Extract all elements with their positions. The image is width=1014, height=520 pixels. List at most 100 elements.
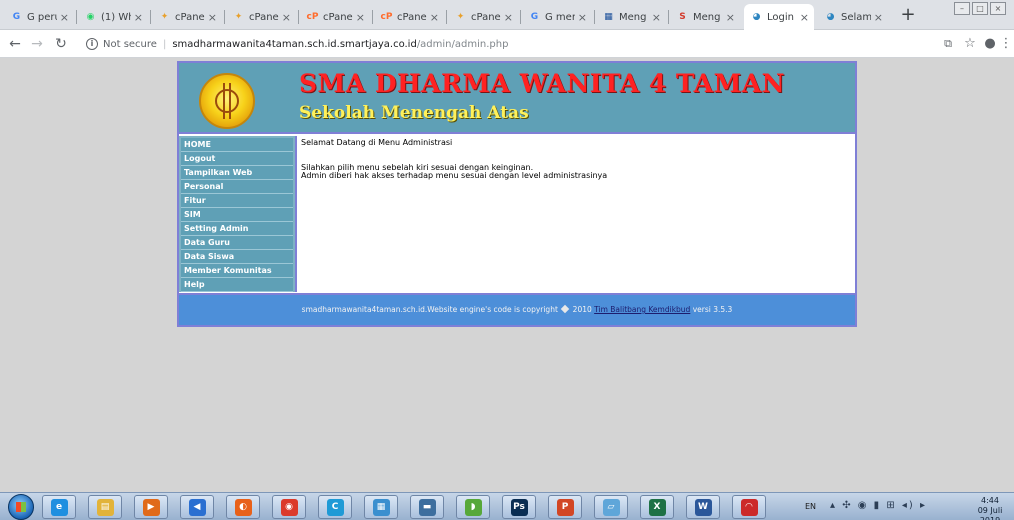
clock[interactable]: 4:44 09 Juli 2019 xyxy=(968,496,1012,520)
close-icon[interactable]: × xyxy=(990,2,1006,15)
tab-label: cPane xyxy=(249,11,279,23)
tab-close-icon[interactable]: × xyxy=(578,11,587,24)
tab-close-icon[interactable]: × xyxy=(726,11,735,24)
star-icon[interactable]: ☆ xyxy=(962,36,978,52)
powerpoint-taskbar-button[interactable]: P xyxy=(548,495,582,519)
footer-version: versi 3.5.3 xyxy=(692,305,733,314)
info-icon[interactable]: i xyxy=(86,38,98,50)
refresh-app-icon: C xyxy=(326,498,344,516)
menu-item-logout[interactable]: Logout xyxy=(181,152,293,166)
tab-close-icon[interactable]: × xyxy=(356,11,365,24)
translate-icon[interactable]: ⧉ xyxy=(940,36,956,52)
browser-tab[interactable]: ✦ cPane × xyxy=(448,4,518,30)
menu-item-member-komunitas[interactable]: Member Komunitas xyxy=(181,264,293,278)
tab-close-icon[interactable]: × xyxy=(800,11,809,24)
browser-tab[interactable]: ◕ Login × xyxy=(744,4,814,30)
tab-label: cPane xyxy=(175,11,205,23)
footer-link[interactable]: Tim Balitbang Kemdikbud xyxy=(594,305,690,314)
cpanel-icon: ✦ xyxy=(456,12,465,22)
remote-taskbar-button[interactable]: ▦ xyxy=(364,495,398,519)
explorer-icon: ▤ xyxy=(96,498,114,516)
more-menu-icon[interactable]: ⋮ xyxy=(998,36,1014,52)
new-tab-button[interactable]: + xyxy=(898,6,918,26)
cpanel-icon: cP xyxy=(306,12,319,22)
instruction-line-2: Admin diberi hak akses terhadap menu ses… xyxy=(301,171,608,180)
cpanel-icon: ✦ xyxy=(160,12,169,22)
menu-item-fitur[interactable]: Fitur xyxy=(181,194,293,208)
firefox-icon: ◐ xyxy=(234,498,252,516)
browser-tab[interactable]: cP cPane × xyxy=(374,4,444,30)
tray-icons[interactable]: ▴ ✣ ◉ ▮ ⊞ ◂) ▸ xyxy=(830,500,927,511)
excel-taskbar-button[interactable]: X xyxy=(640,495,674,519)
school-logo xyxy=(199,73,255,129)
language-indicator[interactable]: EN xyxy=(805,502,816,511)
start-button[interactable] xyxy=(8,494,34,520)
photoshop-taskbar-button[interactable]: Ps xyxy=(502,495,536,519)
browser-tab[interactable]: ▦ Meng × xyxy=(596,4,666,30)
minimize-icon[interactable]: – xyxy=(954,2,970,15)
content-area: Selamat Datang di Menu Administrasi Sila… xyxy=(298,136,855,292)
notepad-taskbar-button[interactable]: ▱ xyxy=(594,495,628,519)
maximize-icon[interactable]: □ xyxy=(972,2,988,15)
tab-close-icon[interactable]: × xyxy=(60,11,69,24)
google-icon: G xyxy=(530,12,539,22)
browser-tab[interactable]: cP cPane × xyxy=(300,4,370,30)
menu-item-help[interactable]: Help xyxy=(181,278,293,292)
tab-close-icon[interactable]: × xyxy=(134,11,143,24)
explorer-taskbar-button[interactable]: ▤ xyxy=(88,495,122,519)
site-frame: SMA DHARMA WANITA 4 TAMAN Sekolah Meneng… xyxy=(177,61,857,327)
ie-taskbar-button[interactable]: e xyxy=(42,495,76,519)
back-arrow-icon[interactable]: ← xyxy=(6,35,24,53)
browser-tab[interactable]: ◉ (1) Wh× xyxy=(78,4,148,30)
tab-close-icon[interactable]: × xyxy=(504,11,513,24)
account-icon[interactable]: ● xyxy=(982,36,998,52)
loading-app-taskbar-button[interactable]: ◠ xyxy=(732,495,766,519)
menu-item-home[interactable]: HOME xyxy=(181,138,293,152)
cpanel-icon: ✦ xyxy=(234,12,243,22)
chrome-taskbar-button[interactable]: ◉ xyxy=(272,495,306,519)
menu-item-data-siswa[interactable]: Data Siswa xyxy=(181,250,293,264)
menu-item-data-guru[interactable]: Data Guru xyxy=(181,236,293,250)
tab-label: cPane xyxy=(397,11,427,23)
firefox-taskbar-button[interactable]: ◐ xyxy=(226,495,260,519)
tab-separator xyxy=(76,10,77,24)
notepad-icon: ▱ xyxy=(602,498,620,516)
tab-separator xyxy=(594,10,595,24)
back-app-taskbar-button[interactable]: ◀ xyxy=(180,495,214,519)
tab-label: Meng xyxy=(693,11,721,23)
windows-logo-icon xyxy=(16,502,26,512)
tab-separator xyxy=(446,10,447,24)
tab-label: cPane xyxy=(471,11,501,23)
browser-tab[interactable]: ✦ cPane × xyxy=(226,4,296,30)
camtasia-taskbar-button[interactable]: ◗ xyxy=(456,495,490,519)
url-input[interactable]: i Not secure | smadharmawanita4taman.sch… xyxy=(86,33,906,55)
menu-item-setting-admin[interactable]: Setting Admin xyxy=(181,222,293,236)
browser-tab[interactable]: G G meruk× xyxy=(522,4,592,30)
tab-close-icon[interactable]: × xyxy=(208,11,217,24)
taskbar: e ▤ ▶ ◀ ◐ ◉ C ▦ ▬ ◗ Ps P ▱ X W ◠ EN ▴ ✣ ◉ ▮ ⊞ ◂) ▸ 4:44… xyxy=(0,492,1014,520)
tab-separator xyxy=(520,10,521,24)
monitor-taskbar-button[interactable]: ▬ xyxy=(410,495,444,519)
browser-tab[interactable]: G G perum× xyxy=(4,4,74,30)
footer-year: 2010 xyxy=(572,305,592,314)
browser-tab[interactable]: ✦ cPane × xyxy=(152,4,222,30)
forward-arrow-icon[interactable]: → xyxy=(28,35,46,53)
menu-item-tampilkan-web[interactable]: Tampilkan Web xyxy=(181,166,293,180)
menu-item-personal[interactable]: Personal xyxy=(181,180,293,194)
menu-item-sim[interactable]: SIM xyxy=(181,208,293,222)
browser-tab[interactable]: S Meng × xyxy=(670,4,740,30)
security-label: Not secure xyxy=(103,38,157,50)
site-icon: ◕ xyxy=(752,12,761,22)
refresh-app-taskbar-button[interactable]: C xyxy=(318,495,352,519)
site-footer: smadharmawanita4taman.sch.id.Website eng… xyxy=(179,293,855,325)
word-taskbar-button[interactable]: W xyxy=(686,495,720,519)
media-taskbar-button[interactable]: ▶ xyxy=(134,495,168,519)
tab-close-icon[interactable]: × xyxy=(874,11,883,24)
tab-close-icon[interactable]: × xyxy=(282,11,291,24)
word-icon: W xyxy=(694,498,712,516)
tab-close-icon[interactable]: × xyxy=(652,11,661,24)
reload-icon[interactable]: ↻ xyxy=(52,35,70,53)
cpanel-icon: cP xyxy=(380,12,393,22)
tab-close-icon[interactable]: × xyxy=(430,11,439,24)
browser-tab[interactable]: ◕ Selam × xyxy=(818,4,888,30)
